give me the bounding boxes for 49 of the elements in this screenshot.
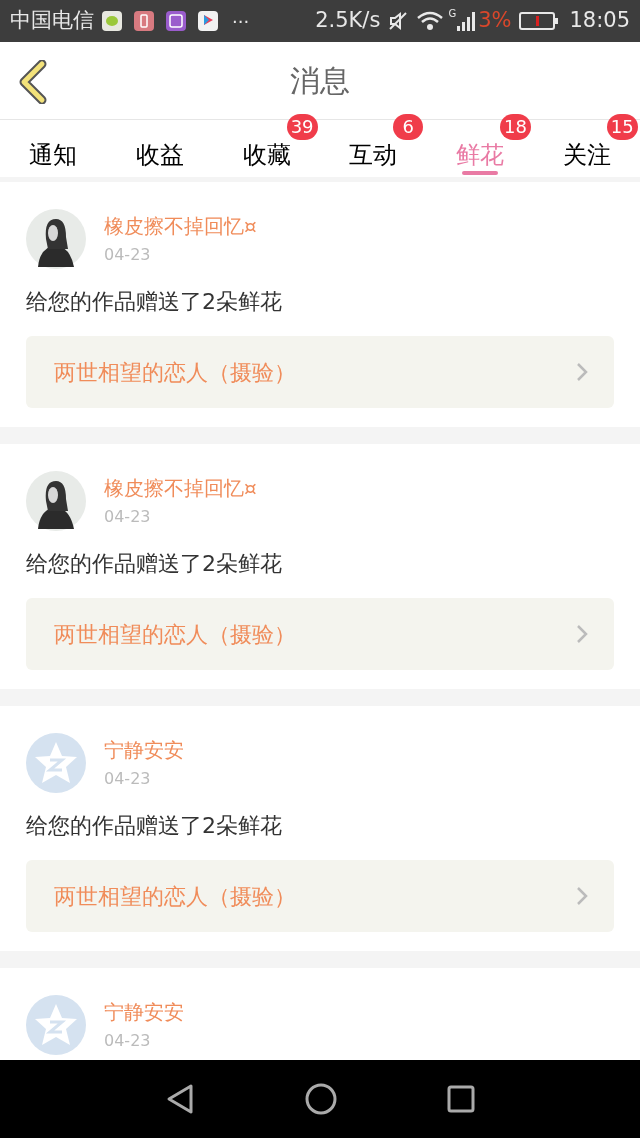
network-type: G xyxy=(448,7,457,21)
count-badge: 15 xyxy=(606,114,638,140)
recent-apps-icon[interactable] xyxy=(447,1085,475,1113)
sender-name[interactable]: 宁静安安 xyxy=(104,735,184,765)
chevron-right-icon xyxy=(576,624,588,644)
sender-name[interactable]: 橡皮擦不掉回忆¤ xyxy=(104,211,257,241)
video-app-icon xyxy=(198,11,218,31)
tab[interactable]: 通知 xyxy=(29,143,78,177)
carrier-name: 中国电信 xyxy=(10,7,94,35)
page-title: 消息 xyxy=(290,62,350,100)
count-badge: 6 xyxy=(393,114,424,140)
tab[interactable]: 收藏 xyxy=(242,143,291,177)
chat-app-icon xyxy=(102,11,122,31)
message-text: 给您的作品赠送了2朵鲜花 xyxy=(26,550,283,578)
clock: 18:05 xyxy=(569,7,630,35)
battery-icon xyxy=(519,11,560,31)
chevron-right-icon xyxy=(576,362,588,382)
tab[interactable]: 互动 xyxy=(349,143,398,177)
sender-name[interactable]: 橡皮擦不掉回忆¤ xyxy=(104,473,257,503)
count-badge: 39 xyxy=(286,114,318,140)
message-text: 给您的作品赠送了2朵鲜花 xyxy=(26,812,283,840)
message-date: 04-23 xyxy=(104,768,152,790)
sender-name[interactable]: 宁静安安 xyxy=(104,997,184,1027)
chevron-right-icon xyxy=(576,886,588,906)
message-date: 04-23 xyxy=(104,1030,152,1052)
battery-app-icon xyxy=(134,11,154,31)
back-nav-icon[interactable] xyxy=(165,1083,195,1115)
back-icon[interactable] xyxy=(18,60,48,104)
tab[interactable]: 收益 xyxy=(136,143,184,177)
wifi-icon xyxy=(416,11,445,31)
home-nav-icon[interactable] xyxy=(305,1083,337,1115)
signal-icon xyxy=(456,11,477,31)
tab[interactable]: 鲜花 xyxy=(456,143,504,177)
message-date: 04-23 xyxy=(104,244,152,266)
message-date: 04-23 xyxy=(104,506,152,528)
count-badge: 18 xyxy=(500,114,531,140)
work-link[interactable]: 两世相望的恋人（摄验） xyxy=(26,860,614,932)
default-avatar-icon xyxy=(26,995,86,1055)
tab-indicator xyxy=(462,171,498,175)
tab[interactable]: 关注 xyxy=(562,143,611,177)
default-avatar-icon xyxy=(26,733,86,793)
gallery-app-icon xyxy=(166,11,186,31)
battery-percent: 3% xyxy=(478,7,512,35)
work-link[interactable]: 两世相望的恋人（摄验） xyxy=(26,598,614,670)
message-text: 给您的作品赠送了2朵鲜花 xyxy=(26,288,283,316)
more-notifications: ··· xyxy=(232,9,250,34)
network-speed: 2.5K/s xyxy=(315,7,381,35)
work-link[interactable]: 两世相望的恋人（摄验） xyxy=(26,336,614,408)
mute-icon xyxy=(388,11,409,31)
